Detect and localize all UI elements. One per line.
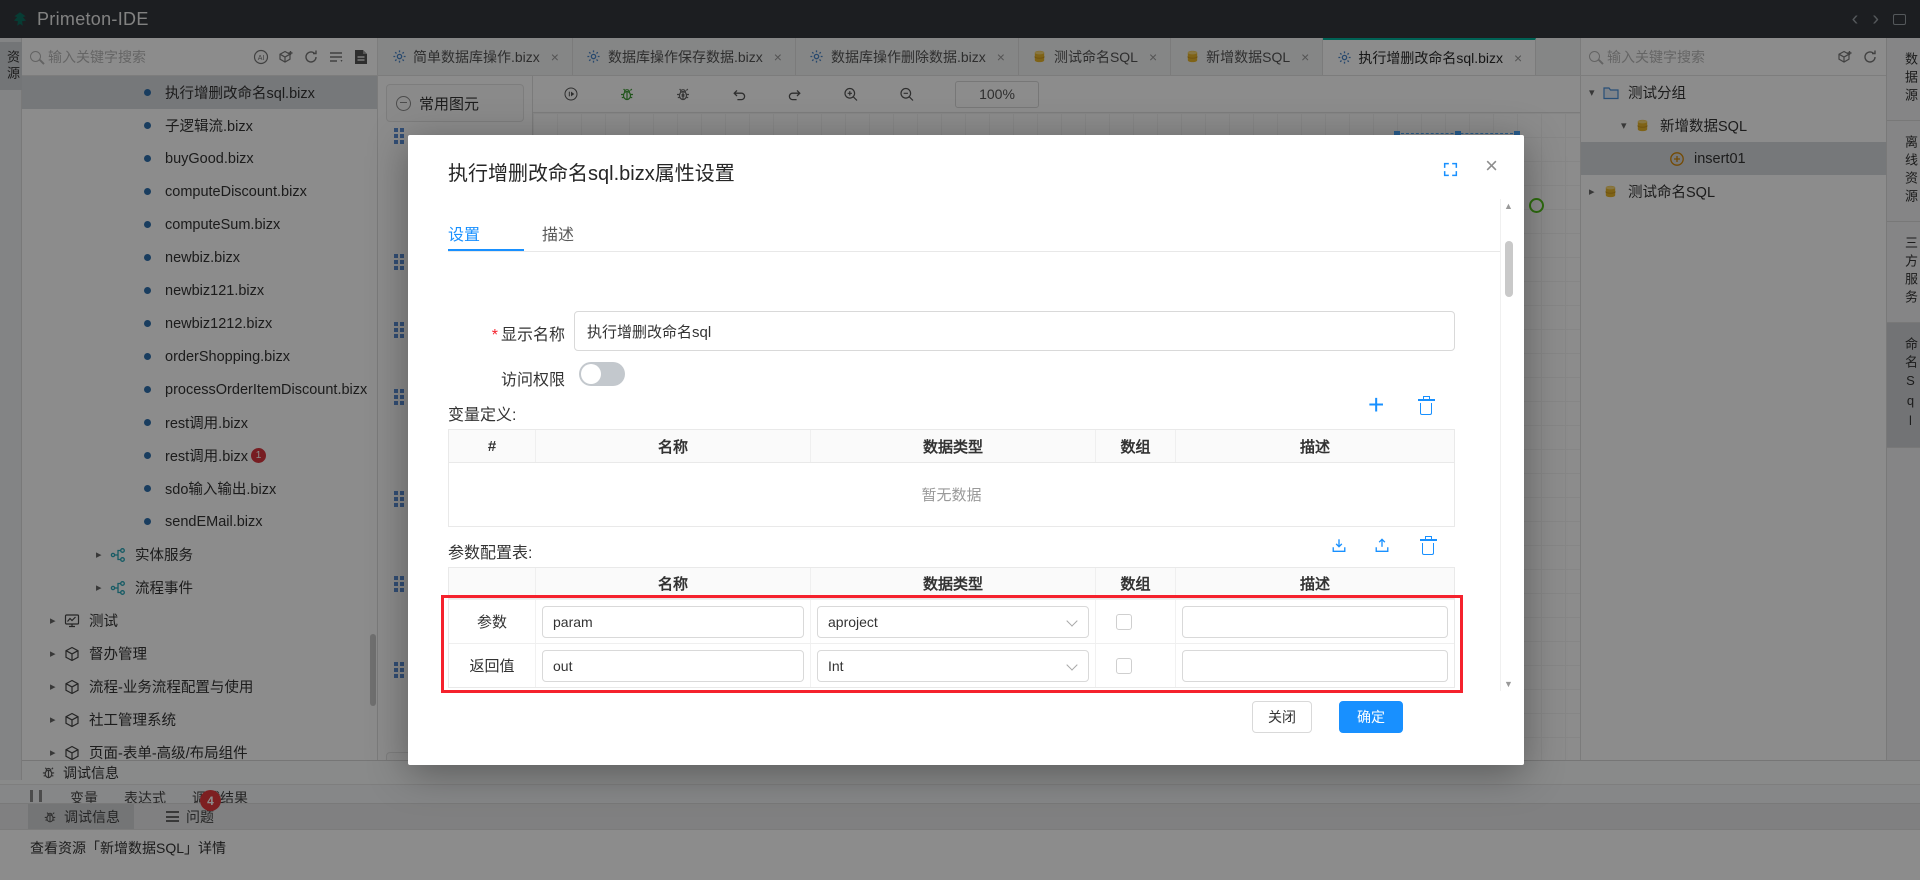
display-name-label: *显示名称	[448, 321, 565, 345]
access-label: 访问权限	[448, 366, 565, 390]
display-name-input[interactable]	[574, 311, 1455, 351]
scroll-down-icon[interactable]: ▼	[1504, 677, 1513, 691]
column-header: 数据类型	[811, 568, 1096, 598]
param-row-label: 返回值	[449, 644, 536, 687]
column-header: 数组	[1096, 430, 1176, 462]
column-header: 数据类型	[811, 430, 1096, 462]
param-type-select[interactable]: aproject	[817, 606, 1089, 638]
close-icon[interactable]: ×	[1485, 155, 1498, 177]
delete-icon[interactable]	[1422, 543, 1434, 555]
variables-section-label: 变量定义:	[448, 401, 516, 425]
column-header: 描述	[1176, 568, 1454, 598]
close-button[interactable]: 关闭	[1252, 701, 1312, 733]
scroll-up-icon[interactable]: ▲	[1504, 199, 1513, 213]
array-checkbox[interactable]	[1116, 614, 1132, 630]
add-icon[interactable]: +	[1368, 391, 1384, 419]
param-row: 参数 aproject	[449, 599, 1454, 643]
empty-table-text: 暂无数据	[449, 463, 1454, 526]
chevron-down-icon	[1066, 659, 1077, 670]
param-row: 返回值 Int	[449, 643, 1454, 687]
param-desc-input[interactable]	[1182, 650, 1448, 682]
delete-icon[interactable]	[1420, 403, 1432, 415]
params-table: 名称数据类型数组描述 参数 aproject 返回值 Int	[448, 567, 1455, 688]
required-asterisk: *	[492, 327, 498, 344]
param-name-input[interactable]	[542, 650, 804, 682]
column-header	[449, 568, 536, 598]
selected-type: Int	[828, 658, 844, 674]
ok-button[interactable]: 确定	[1339, 701, 1403, 733]
export-icon[interactable]	[1374, 537, 1390, 553]
access-toggle[interactable]	[579, 362, 625, 386]
dialog-tab[interactable]: 描述	[542, 221, 574, 255]
properties-dialog: 执行增删改命名sql.bizx属性设置 × 设置描述 *显示名称 访问权限 变量…	[408, 135, 1524, 765]
param-name-input[interactable]	[542, 606, 804, 638]
param-desc-input[interactable]	[1182, 606, 1448, 638]
array-checkbox[interactable]	[1116, 658, 1132, 674]
dialog-title: 执行增删改命名sql.bizx属性设置	[448, 157, 735, 186]
variables-table: #名称数据类型数组描述 暂无数据	[448, 429, 1455, 527]
column-header: 名称	[536, 430, 811, 462]
dialog-scrollbar[interactable]: ▲ ▼	[1500, 199, 1516, 691]
column-header: 数组	[1096, 568, 1176, 598]
param-row-label: 参数	[449, 600, 536, 643]
scrollbar-thumb[interactable]	[1505, 241, 1513, 297]
fullscreen-icon[interactable]	[1443, 162, 1458, 177]
params-section-label: 参数配置表:	[448, 539, 532, 563]
column-header: 名称	[536, 568, 811, 598]
column-header: 描述	[1176, 430, 1454, 462]
column-header: #	[449, 430, 536, 462]
selected-type: aproject	[828, 614, 878, 630]
dialog-footer: 关闭 确定	[408, 701, 1500, 733]
chevron-down-icon	[1066, 615, 1077, 626]
tabs-divider	[448, 251, 1500, 252]
param-type-select[interactable]: Int	[817, 650, 1089, 682]
import-icon[interactable]	[1331, 537, 1347, 553]
